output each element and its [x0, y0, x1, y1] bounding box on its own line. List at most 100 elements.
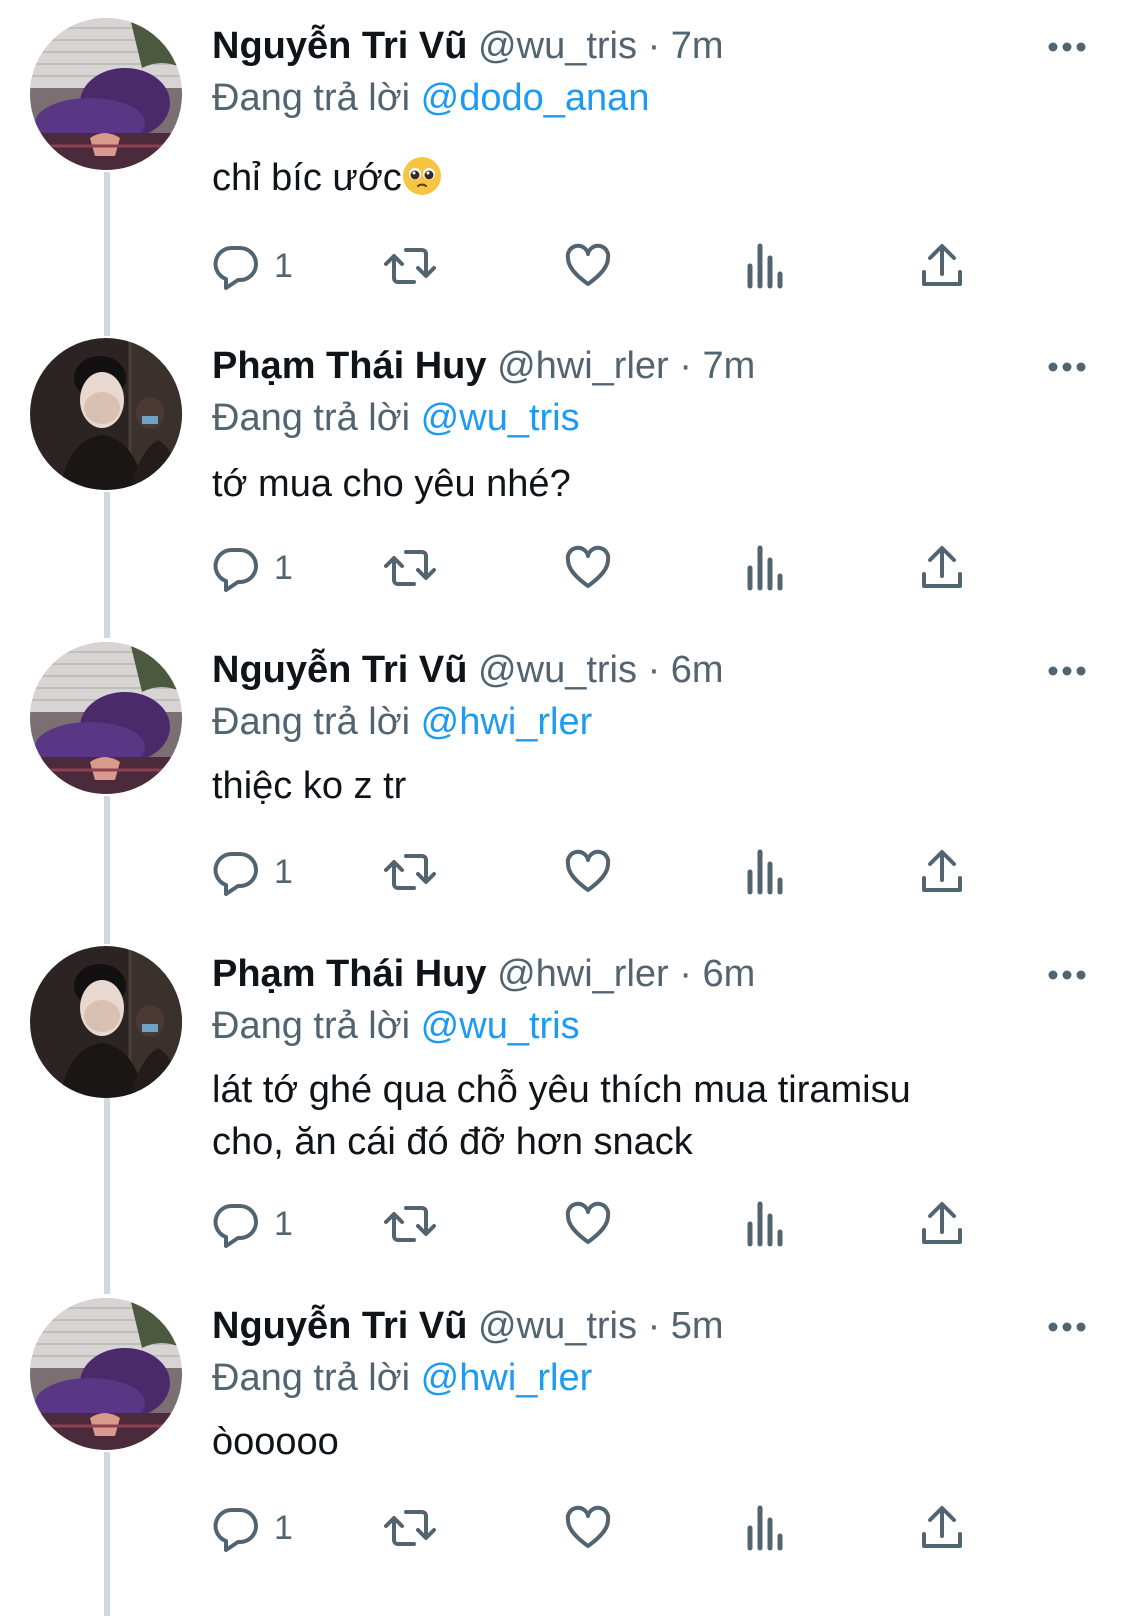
retweet-button[interactable] — [384, 242, 436, 290]
replying-to-label: Đang trả lời — [212, 1357, 411, 1399]
avatar[interactable] — [30, 642, 182, 794]
display-name[interactable]: Phạm Thái Huy — [212, 953, 487, 995]
views-button[interactable] — [742, 242, 790, 290]
timestamp[interactable]: 5m — [671, 1305, 724, 1347]
more-icon[interactable] — [1047, 40, 1087, 54]
views-icon — [742, 848, 790, 896]
user-handle[interactable]: @wu_tris — [478, 1305, 637, 1347]
replying-to: Đang trả lời @dodo_anan — [212, 74, 649, 122]
share-icon — [918, 1504, 966, 1552]
like-icon — [564, 544, 612, 592]
timestamp[interactable]: 6m — [702, 953, 755, 995]
share-button[interactable] — [918, 848, 966, 896]
like-button[interactable] — [564, 848, 612, 896]
action-bar: 1 — [212, 544, 1002, 592]
more-icon[interactable] — [1047, 968, 1087, 982]
share-icon — [918, 848, 966, 896]
user-handle[interactable]: @wu_tris — [478, 25, 637, 67]
reply-button[interactable]: 1 — [212, 848, 293, 896]
reply-count: 1 — [274, 852, 293, 891]
views-icon — [742, 1200, 790, 1248]
tweet[interactable]: Phạm Thái Huy @hwi_rler · 7m Đang trả lờ… — [0, 320, 1125, 624]
retweet-icon — [384, 848, 436, 896]
replying-to: Đang trả lời @hwi_rler — [212, 698, 592, 746]
action-bar: 1 — [212, 242, 1002, 290]
share-button[interactable] — [918, 544, 966, 592]
tweet[interactable]: Nguyễn Tri Vũ @wu_tris · 5m Đang trả lời… — [0, 1280, 1125, 1616]
dark-portrait-avatar — [30, 338, 182, 490]
mention-link[interactable]: @hwi_rler — [421, 701, 593, 743]
mention-link[interactable]: @wu_tris — [421, 1005, 580, 1047]
share-icon — [918, 1200, 966, 1248]
retweet-button[interactable] — [384, 544, 436, 592]
action-bar: 1 — [212, 1200, 1002, 1248]
display-name[interactable]: Nguyễn Tri Vũ — [212, 1305, 467, 1347]
like-button[interactable] — [564, 1200, 612, 1248]
mention-link[interactable]: @hwi_rler — [421, 1357, 593, 1399]
retweet-icon — [384, 1504, 436, 1552]
views-button[interactable] — [742, 1504, 790, 1552]
like-button[interactable] — [564, 1504, 612, 1552]
timestamp[interactable]: 7m — [671, 25, 724, 67]
like-icon — [564, 242, 612, 290]
purple-hoodie-avatar — [30, 1298, 182, 1450]
separator-dot: · — [647, 649, 661, 691]
retweet-button[interactable] — [384, 848, 436, 896]
display-name[interactable]: Nguyễn Tri Vũ — [212, 649, 467, 691]
retweet-button[interactable] — [384, 1200, 436, 1248]
reply-icon — [212, 242, 260, 290]
display-name[interactable]: Phạm Thái Huy — [212, 345, 487, 387]
replying-to-label: Đang trả lời — [212, 397, 411, 439]
replying-to-label: Đang trả lời — [212, 1005, 411, 1047]
retweet-icon — [384, 242, 436, 290]
user-handle[interactable]: @wu_tris — [478, 649, 637, 691]
timestamp[interactable]: 6m — [671, 649, 724, 691]
avatar[interactable] — [30, 338, 182, 490]
tweet[interactable]: Phạm Thái Huy @hwi_rler · 6m Đang trả lờ… — [0, 928, 1125, 1280]
reply-button[interactable]: 1 — [212, 544, 293, 592]
tweet[interactable]: Nguyễn Tri Vũ @wu_tris · 6m Đang trả lời… — [0, 624, 1125, 928]
like-button[interactable] — [564, 544, 612, 592]
separator-dot: · — [647, 1305, 661, 1347]
more-icon[interactable] — [1047, 664, 1087, 678]
mention-link[interactable]: @dodo_anan — [421, 77, 650, 119]
reply-count: 1 — [274, 1508, 293, 1547]
tweet-header: Nguyễn Tri Vũ @wu_tris · 6m — [212, 646, 1065, 694]
share-button[interactable] — [918, 1504, 966, 1552]
avatar[interactable] — [30, 946, 182, 1098]
more-icon[interactable] — [1047, 1320, 1087, 1334]
views-button[interactable] — [742, 544, 790, 592]
display-name[interactable]: Nguyễn Tri Vũ — [212, 25, 467, 67]
share-icon — [918, 544, 966, 592]
avatar[interactable] — [30, 18, 182, 170]
reply-count: 1 — [274, 1204, 293, 1243]
views-button[interactable] — [742, 848, 790, 896]
reply-button[interactable]: 1 — [212, 1200, 293, 1248]
retweet-icon — [384, 1200, 436, 1248]
views-button[interactable] — [742, 1200, 790, 1248]
share-button[interactable] — [918, 242, 966, 290]
tweet[interactable]: Nguyễn Tri Vũ @wu_tris · 7m Đang trả lời… — [0, 0, 1125, 320]
reply-count: 1 — [274, 548, 293, 587]
like-button[interactable] — [564, 242, 612, 290]
tweet-text: thiệc ko z tr — [212, 765, 407, 807]
retweet-button[interactable] — [384, 1504, 436, 1552]
replying-to: Đang trả lời @wu_tris — [212, 1002, 580, 1050]
purple-hoodie-avatar — [30, 18, 182, 170]
avatar[interactable] — [30, 1298, 182, 1450]
reply-button[interactable]: 1 — [212, 242, 293, 290]
tweet-text: tớ mua cho yêu nhé? — [212, 463, 571, 505]
tweet-header: Phạm Thái Huy @hwi_rler · 6m — [212, 950, 1065, 998]
more-icon[interactable] — [1047, 360, 1087, 374]
user-handle[interactable]: @hwi_rler — [497, 953, 669, 995]
user-handle[interactable]: @hwi_rler — [497, 345, 669, 387]
reply-button[interactable]: 1 — [212, 1504, 293, 1552]
timestamp[interactable]: 7m — [702, 345, 755, 387]
mention-link[interactable]: @wu_tris — [421, 397, 580, 439]
reply-icon — [212, 544, 260, 592]
tweet-text-line: lát tớ ghé qua chỗ yêu thích mua tiramis… — [212, 1069, 911, 1111]
share-button[interactable] — [918, 1200, 966, 1248]
dark-portrait-avatar — [30, 946, 182, 1098]
reply-icon — [212, 848, 260, 896]
replying-to: Đang trả lời @wu_tris — [212, 394, 580, 442]
